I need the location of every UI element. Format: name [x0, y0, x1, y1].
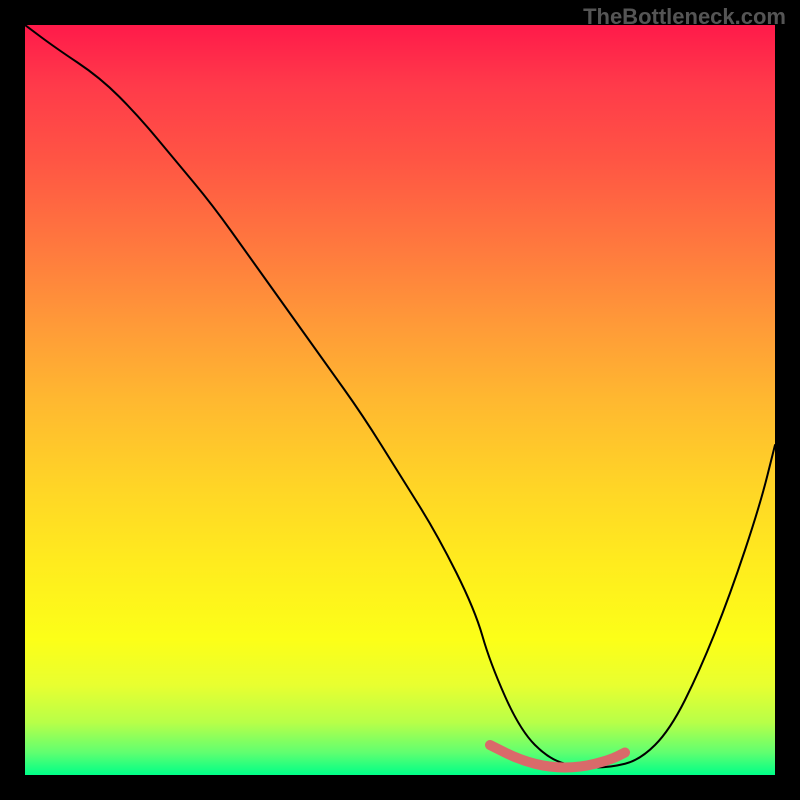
highlight-band-path — [490, 745, 625, 768]
chart-svg — [25, 25, 775, 775]
chart-plot-area — [25, 25, 775, 775]
bottleneck-curve-path — [25, 25, 775, 768]
watermark-text: TheBottleneck.com — [583, 4, 786, 30]
